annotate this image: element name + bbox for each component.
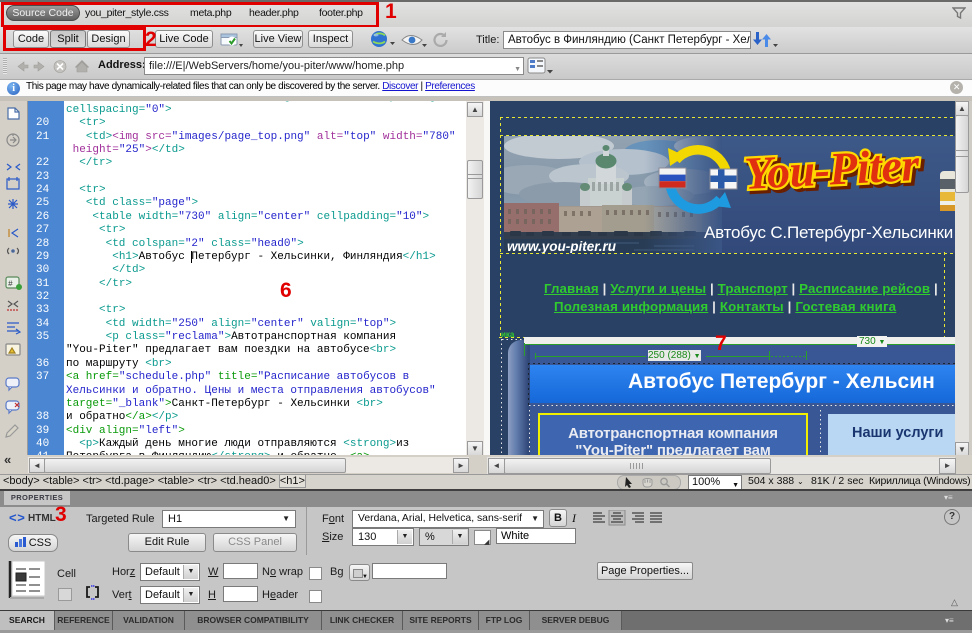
svg-text:#: # <box>8 280 13 289</box>
svg-text:www.you-piter.ru: www.you-piter.ru <box>507 239 617 253</box>
svg-text:Автобус С.Петербург-Хельсинки: Автобус С.Петербург-Хельсинки <box>704 223 953 242</box>
svg-text:You-Piter: You-Piter <box>743 139 921 199</box>
